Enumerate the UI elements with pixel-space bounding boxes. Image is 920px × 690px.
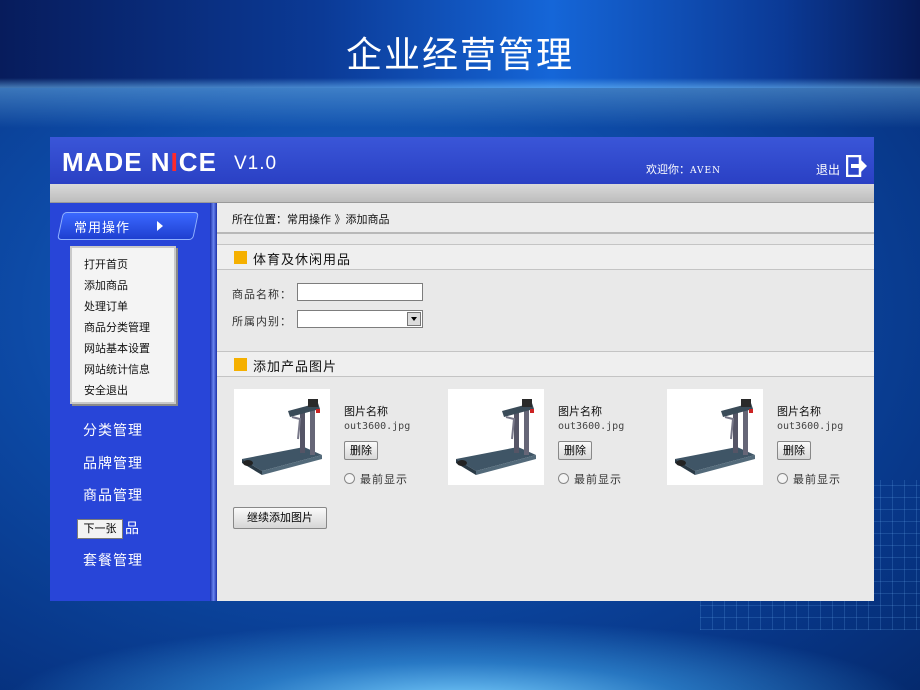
app-window: MADE NICE V1.0 欢迎你：AVEN 退出 常用操作 打开首页 添加商… (50, 137, 874, 601)
submenu-item-site-stats[interactable]: 网站统计信息 (84, 359, 174, 380)
section-marker-icon (234, 358, 247, 371)
menu-head-label: 常用操作 (74, 221, 131, 236)
logout-link[interactable]: 退出 (816, 161, 840, 178)
picture-filename: out3600.jpg (558, 421, 625, 432)
picture-filename: out3600.jpg (777, 421, 844, 432)
picture-name-label: 图片名称 (344, 405, 388, 418)
treadmill-image (234, 389, 330, 485)
add-more-images-button[interactable]: 继续添加图片 (233, 507, 327, 529)
welcome-text: 欢迎你：AVEN (646, 161, 721, 177)
toolbar-strip (50, 184, 874, 203)
chevron-right-icon (157, 221, 163, 231)
breadcrumb: 所在位置：常用操作 》添加商品 (217, 203, 874, 234)
dropdown-arrow-icon[interactable] (407, 312, 421, 326)
logo-text-part1: MADE N (62, 147, 171, 177)
delete-button[interactable]: 删除 (777, 441, 811, 460)
delete-button[interactable]: 删除 (558, 441, 592, 460)
product-name-label: 商品名称： (232, 288, 292, 301)
category-label: 所属内别： (232, 315, 292, 328)
logo-text-part2: CE (178, 147, 217, 177)
section-header-images: 添加产品图片 (217, 351, 874, 377)
front-display-radio[interactable] (344, 473, 355, 484)
sidebar-item-package[interactable]: 套餐管理 (83, 550, 143, 570)
product-image-card: 图片名称 out3600.jpg 删除 最前显示 (234, 389, 434, 489)
sidebar-divider (210, 203, 217, 601)
next-slide-button[interactable]: 下一张 (77, 519, 123, 539)
logo: MADE NICE (62, 147, 217, 178)
submenu-item-orders[interactable]: 处理订单 (84, 296, 174, 317)
decorative-bottom-glow (0, 620, 920, 690)
section-marker-icon (234, 251, 247, 264)
front-display-radio[interactable] (777, 473, 788, 484)
product-image-card: 图片名称 out3600.jpg 删除 最前显示 (667, 389, 867, 489)
logo-text-accent: I (170, 147, 179, 177)
product-image-card: 图片名称 out3600.jpg 删除 最前显示 (448, 389, 648, 489)
sidebar-item-products[interactable]: 商品管理 (83, 485, 143, 505)
submenu-item-site-settings[interactable]: 网站基本设置 (84, 338, 174, 359)
slide-title: 企业经营管理 (345, 35, 574, 76)
main-content: 所在位置：常用操作 》添加商品 体育及休闲用品 商品名称： 所属内别： 添加产品… (217, 203, 874, 601)
sidebar-item-brand[interactable]: 品牌管理 (83, 453, 143, 473)
submenu: 打开首页 添加商品 处理订单 商品分类管理 网站基本设置 网站统计信息 安全退出 (70, 246, 176, 404)
username: AVEN (690, 166, 721, 176)
sidebar: 常用操作 打开首页 添加商品 处理订单 商品分类管理 网站基本设置 网站统计信息… (50, 203, 210, 601)
picture-name-label: 图片名称 (777, 405, 821, 418)
category-select[interactable] (297, 310, 423, 328)
picture-name-label: 图片名称 (558, 405, 602, 418)
submenu-item-add-product[interactable]: 添加商品 (84, 275, 174, 296)
sidebar-item-obscured[interactable]: 品 (125, 518, 140, 538)
logout-icon[interactable] (846, 155, 868, 177)
section-title: 添加产品图片 (253, 360, 338, 375)
product-name-input[interactable] (297, 283, 423, 301)
version-label: V1.0 (234, 153, 278, 174)
app-header: MADE NICE V1.0 欢迎你：AVEN 退出 (50, 137, 874, 184)
delete-button[interactable]: 删除 (344, 441, 378, 460)
picture-filename: out3600.jpg (344, 421, 411, 432)
decorative-glow (0, 88, 920, 128)
submenu-item-home[interactable]: 打开首页 (84, 254, 174, 275)
front-display-label: 最前显示 (360, 473, 408, 486)
submenu-item-safe-exit[interactable]: 安全退出 (84, 380, 174, 401)
sidebar-item-category[interactable]: 分类管理 (83, 420, 143, 440)
section-header-category: 体育及休闲用品 (217, 244, 874, 270)
front-display-label: 最前显示 (574, 473, 622, 486)
front-display-label: 最前显示 (793, 473, 841, 486)
treadmill-image (667, 389, 763, 485)
front-display-radio[interactable] (558, 473, 569, 484)
welcome-label: 欢迎你： (646, 163, 690, 176)
treadmill-image (448, 389, 544, 485)
section-title: 体育及休闲用品 (253, 253, 352, 268)
submenu-item-category-manage[interactable]: 商品分类管理 (84, 317, 174, 338)
